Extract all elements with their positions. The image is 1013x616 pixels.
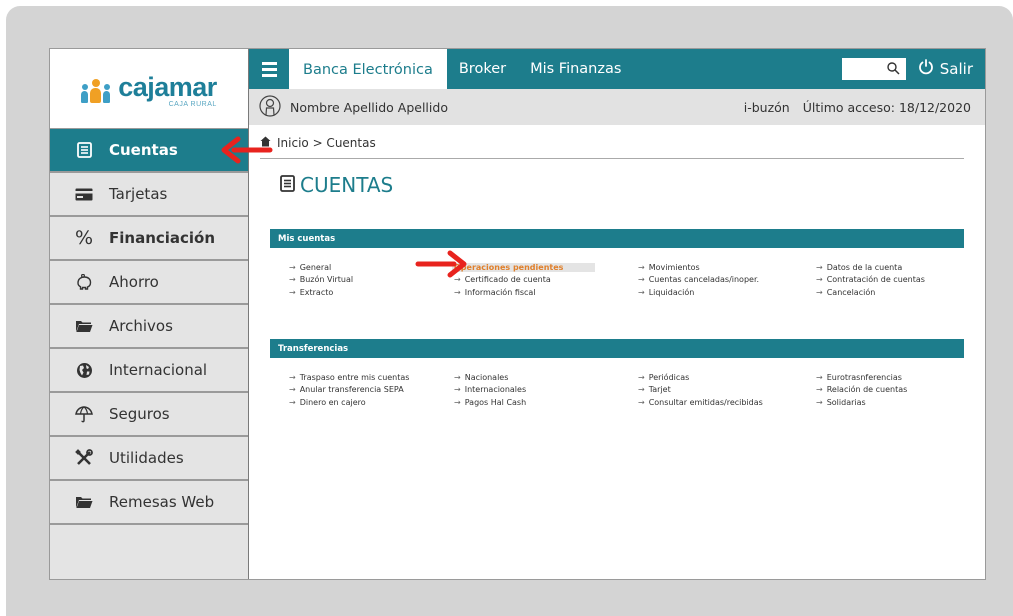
- link-tarjet[interactable]: → Tarjet: [638, 385, 816, 394]
- section-header-mis-cuentas: Mis cuentas: [270, 229, 964, 248]
- link-datos-de-la-cuenta[interactable]: → Datos de la cuenta: [816, 263, 966, 272]
- link-anular-transferencia-sepa[interactable]: → Anular transferencia SEPA: [289, 385, 454, 394]
- sidebar-item-label: Ahorro: [109, 273, 159, 291]
- link-consultar-emitidas-recibidas[interactable]: → Consultar emitidas/recibidas: [638, 398, 816, 407]
- statement-icon: [280, 173, 295, 197]
- logo-wordmark: cajamar: [118, 71, 217, 102]
- mis-cuentas-links: → General Operaciones pendientes → Movimie…: [289, 261, 969, 299]
- tab-banca-electronica[interactable]: Banca Electrónica: [289, 49, 447, 90]
- link-dinero-en-cajero[interactable]: → Dinero en cajero: [289, 398, 454, 407]
- folder-icon: [73, 319, 95, 333]
- user-avatar-icon[interactable]: [259, 94, 281, 120]
- inbox-link[interactable]: i-buzón: [744, 100, 790, 115]
- logout-button[interactable]: Salir: [918, 59, 973, 79]
- logo-people-icon: [81, 78, 111, 103]
- search-icon[interactable]: [887, 60, 900, 79]
- link-row: → Dinero en cajero → Pagos Hal Cash → Consu…: [289, 396, 969, 409]
- breadcrumb-text[interactable]: Inicio > Cuentas: [277, 136, 376, 150]
- sidebar-item-label: Archivos: [109, 317, 173, 335]
- sidebar-item-label: Tarjetas: [109, 185, 168, 203]
- folder-icon: [73, 495, 95, 509]
- percent-icon: %: [74, 227, 94, 249]
- link-relacion-de-cuentas[interactable]: → Relación de cuentas: [816, 385, 966, 394]
- link-cancelacion[interactable]: → Cancelación: [816, 288, 966, 297]
- sidebar-item-label: Utilidades: [109, 449, 184, 467]
- link-informacion-fiscal[interactable]: → Información fiscal: [454, 288, 638, 297]
- link-row: → Buzón Virtual → Certificado de cuenta → C…: [289, 274, 969, 287]
- link-extracto[interactable]: → Extracto: [289, 288, 454, 297]
- hamburger-menu-icon[interactable]: [249, 49, 289, 89]
- umbrella-icon: [73, 405, 95, 423]
- page-title-text: CUENTAS: [300, 173, 394, 197]
- link-movimientos[interactable]: → Movimientos: [638, 263, 816, 272]
- main-content: Inicio > Cuentas CUENTAS Mis cuentas → Ge…: [249, 125, 985, 579]
- statement-icon: [73, 142, 95, 158]
- top-navigation-bar: Banca Electrónica Broker Mis Finanzas Sa…: [249, 49, 985, 90]
- user-name: Nombre Apellido Apellido: [290, 99, 448, 115]
- annotation-arrow-operaciones: [415, 250, 467, 278]
- sidebar-item-archivos[interactable]: Archivos: [50, 305, 248, 349]
- sidebar-item-label: Financiación: [109, 229, 216, 247]
- link-pagos-hal-cash[interactable]: → Pagos Hal Cash: [454, 398, 638, 407]
- sidebar-item-seguros[interactable]: Seguros: [50, 393, 248, 437]
- link-nacionales[interactable]: → Nacionales: [454, 373, 638, 382]
- sidebar-item-internacional[interactable]: Internacional: [50, 349, 248, 393]
- sidebar-item-label: Seguros: [109, 405, 170, 423]
- banking-window: cajamar CAJA RURAL Cuentas Tarjetas % Fi…: [49, 48, 986, 580]
- link-row: → General Operaciones pendientes → Movimie…: [289, 261, 969, 274]
- page-title: CUENTAS: [280, 173, 393, 197]
- sidebar: cajamar CAJA RURAL Cuentas Tarjetas % Fi…: [50, 49, 249, 579]
- link-row: → Extracto → Información fiscal → Liquidaci…: [289, 286, 969, 299]
- sidebar-item-utilidades[interactable]: Utilidades: [50, 437, 248, 481]
- link-row: → Traspaso entre mis cuentas → Nacionales …: [289, 371, 969, 384]
- globe-icon: [73, 362, 95, 379]
- link-traspaso-entre-mis-cuentas[interactable]: → Traspaso entre mis cuentas: [289, 373, 454, 382]
- breadcrumb: Inicio > Cuentas: [260, 133, 964, 159]
- link-periodicas[interactable]: → Periódicas: [638, 373, 816, 382]
- link-solidarias[interactable]: → Solidarias: [816, 398, 966, 407]
- tab-broker[interactable]: Broker: [447, 49, 518, 89]
- sidebar-item-label: Internacional: [109, 361, 208, 379]
- card-icon: [73, 188, 95, 201]
- link-row: → Anular transferencia SEPA → Internaciona…: [289, 384, 969, 397]
- link-contratacion-de-cuentas[interactable]: → Contratación de cuentas: [816, 275, 966, 284]
- sidebar-item-ahorro[interactable]: Ahorro: [50, 261, 248, 305]
- tools-icon: [73, 449, 95, 467]
- search-input[interactable]: [841, 58, 906, 80]
- sidebar-item-remesas-web[interactable]: Remesas Web: [50, 481, 248, 525]
- piggy-bank-icon: [73, 274, 95, 290]
- link-cuentas-canceladas[interactable]: → Cuentas canceladas/inoper.: [638, 275, 816, 284]
- link-operaciones-pendientes[interactable]: Operaciones pendientes: [452, 262, 638, 272]
- link-internacionales[interactable]: → Internacionales: [454, 385, 638, 394]
- sidebar-item-tarjetas[interactable]: Tarjetas: [50, 173, 248, 217]
- sidebar-item-financiacion[interactable]: % Financiación: [50, 217, 248, 261]
- last-access: Último acceso: 18/12/2020: [802, 99, 971, 115]
- link-certificado-de-cuenta[interactable]: → Certificado de cuenta: [454, 275, 638, 284]
- logo-subtitle: CAJA RURAL: [168, 100, 217, 108]
- link-liquidacion[interactable]: → Liquidación: [638, 288, 816, 297]
- sidebar-item-label: Cuentas: [109, 141, 178, 159]
- annotation-arrow-cuentas: [221, 136, 273, 164]
- logout-label: Salir: [939, 60, 973, 78]
- tab-mis-finanzas[interactable]: Mis Finanzas: [518, 49, 633, 89]
- transferencias-links: → Traspaso entre mis cuentas → Nacionales …: [289, 371, 969, 409]
- user-info-bar: Nombre Apellido Apellido i-buzón Último …: [249, 89, 985, 125]
- link-eurotransferencias[interactable]: → Eurotrasnferencias: [816, 373, 966, 382]
- power-icon: [918, 59, 934, 79]
- section-header-transferencias: Transferencias: [270, 339, 964, 358]
- sidebar-item-label: Remesas Web: [109, 493, 215, 511]
- cajamar-logo[interactable]: cajamar CAJA RURAL: [50, 49, 248, 129]
